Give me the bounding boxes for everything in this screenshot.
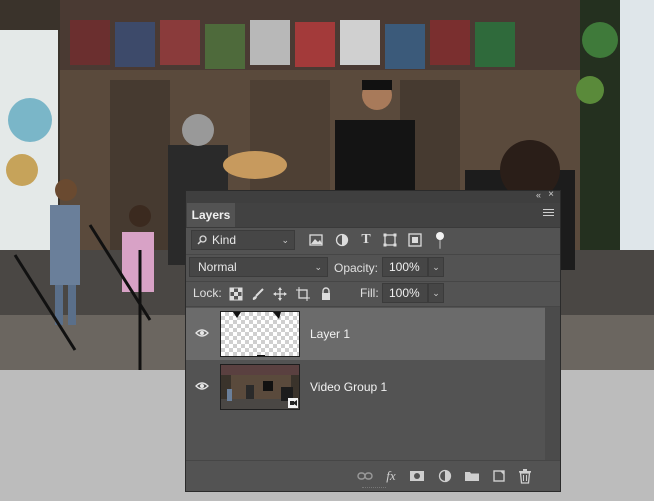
layer-thumbnail-transparent <box>220 311 300 357</box>
close-panel-icon[interactable]: × <box>548 189 554 200</box>
resize-grip[interactable] <box>362 487 386 490</box>
layers-scrollbar[interactable] <box>545 307 560 462</box>
eye-visibility-icon[interactable] <box>195 326 209 340</box>
fill-label: Fill: <box>360 286 379 300</box>
collapse-panel-icon[interactable]: « <box>536 190 541 200</box>
opacity-input[interactable]: 100% <box>382 257 428 277</box>
panel-tab-bar: Layers <box>186 203 560 228</box>
lock-transparent-pixels-icon[interactable] <box>229 287 243 301</box>
panel-title-bar[interactable]: « × <box>186 189 560 203</box>
layer-name[interactable]: Video Group 1 <box>310 361 387 413</box>
blend-mode-dropdown[interactable]: Normal ⌄ <box>189 257 328 277</box>
layer-name[interactable]: Layer 1 <box>310 308 350 360</box>
filter-kind-label: Kind <box>212 233 237 247</box>
tab-layers[interactable]: Layers <box>187 203 235 227</box>
blend-mode-value: Normal <box>198 260 237 274</box>
layer-row-layer-1[interactable]: Layer 1 <box>186 308 546 360</box>
opacity-dropdown-button[interactable]: ⌄ <box>428 257 444 277</box>
layer-thumbnail-marks <box>233 312 281 356</box>
adjustment-filter-icon[interactable] <box>334 232 350 248</box>
image-filter-icon[interactable] <box>308 232 324 248</box>
blend-row: Normal ⌄ Opacity: 100% ⌄ <box>186 255 560 281</box>
filter-kind-dropdown[interactable]: Kind ⌄ <box>191 230 295 250</box>
lock-position-icon[interactable] <box>273 287 287 301</box>
link-layers-icon[interactable] <box>357 468 373 484</box>
new-layer-icon[interactable] <box>491 468 507 484</box>
fill-input[interactable]: 100% <box>382 283 428 303</box>
lock-label: Lock: <box>193 286 222 300</box>
lock-all-icon[interactable] <box>319 287 333 301</box>
chevron-down-icon: ⌄ <box>281 235 289 245</box>
add-mask-icon[interactable] <box>409 468 425 484</box>
layers-footer-toolbar: fx <box>186 460 560 491</box>
shape-filter-icon[interactable] <box>382 232 398 248</box>
filter-row: Kind ⌄ T <box>186 228 560 254</box>
panel-menu-icon[interactable] <box>543 209 554 218</box>
layers-panel: « × Layers Kind ⌄ T Normal ⌄ Opacity: 10… <box>185 189 561 492</box>
layer-thumbnail-video <box>220 364 300 410</box>
delete-layer-icon[interactable] <box>517 468 533 484</box>
search-icon <box>197 235 207 245</box>
lock-row: Lock: Fill: 100% ⌄ <box>186 282 560 306</box>
smart-object-filter-icon[interactable] <box>407 232 423 248</box>
layer-row-video-group-1[interactable]: Video Group 1 <box>186 361 546 413</box>
video-badge-icon <box>288 398 298 408</box>
adjustment-layer-icon[interactable] <box>437 468 453 484</box>
new-group-icon[interactable] <box>464 468 480 484</box>
layers-list: Layer 1 Video Group 1 <box>186 307 560 462</box>
eye-visibility-icon[interactable] <box>195 379 209 393</box>
fx-icon[interactable]: fx <box>383 468 399 484</box>
lock-image-pixels-icon[interactable] <box>251 287 265 301</box>
filter-toggle-icon[interactable] <box>435 231 445 251</box>
lock-artboard-icon[interactable] <box>296 287 310 301</box>
opacity-label: Opacity: <box>334 261 379 275</box>
type-filter-icon[interactable]: T <box>358 232 374 248</box>
fill-dropdown-button[interactable]: ⌄ <box>428 283 444 303</box>
chevron-down-icon: ⌄ <box>314 262 322 272</box>
